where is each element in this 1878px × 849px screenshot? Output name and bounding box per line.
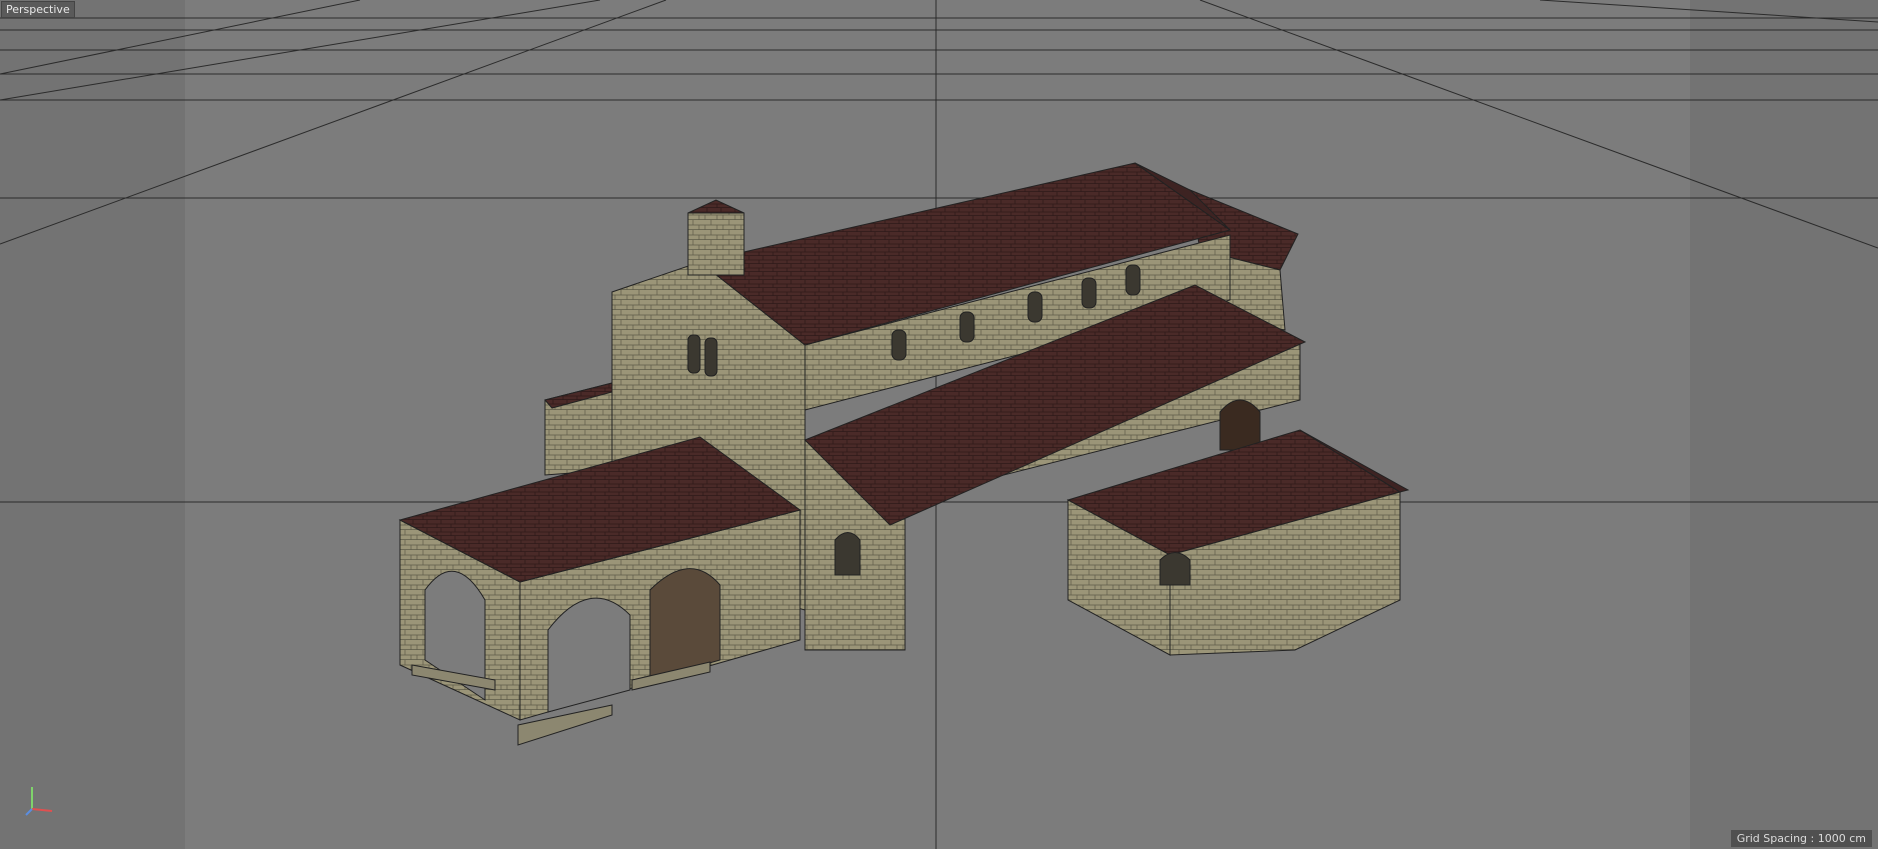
safe-frame-right <box>1690 0 1878 849</box>
grid-spacing-readout: Grid Spacing : 1000 cm <box>1730 830 1872 847</box>
safe-frame-left <box>0 0 185 849</box>
xyz-axis-icon <box>22 779 62 823</box>
perspective-viewport[interactable]: Perspective Grid Spacing : 1000 cm <box>0 0 1878 849</box>
viewport-label[interactable]: Perspective <box>1 1 75 18</box>
viewport-scene[interactable] <box>0 0 1878 849</box>
